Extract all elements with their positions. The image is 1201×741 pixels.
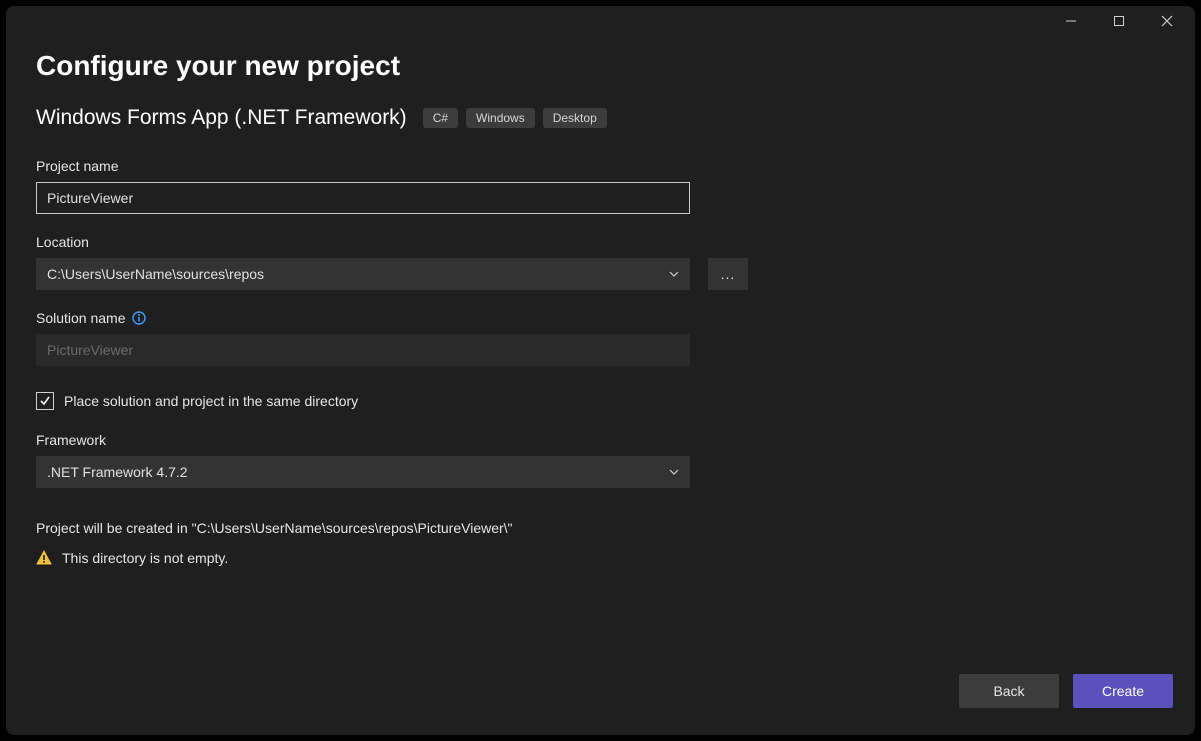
same-directory-label: Place solution and project in the same d… <box>64 393 358 409</box>
footer: Back Create <box>6 665 1195 735</box>
create-button[interactable]: Create <box>1073 674 1173 708</box>
location-value: C:\Users\UserName\sources\repos <box>47 266 264 282</box>
template-tag: Desktop <box>543 108 607 128</box>
solution-name-field: Solution name <box>36 310 690 366</box>
warning-row: This directory is not empty. <box>36 550 1165 566</box>
warning-icon <box>36 550 52 566</box>
same-directory-row: Place solution and project in the same d… <box>36 392 1165 410</box>
back-button[interactable]: Back <box>959 674 1059 708</box>
location-label: Location <box>36 234 748 250</box>
chevron-down-icon <box>669 464 679 480</box>
info-icon[interactable] <box>132 311 146 325</box>
minimize-button[interactable] <box>1051 6 1091 36</box>
check-icon <box>39 395 51 407</box>
solution-name-label: Solution name <box>36 310 690 326</box>
dialog-window: Configure your new project Windows Forms… <box>6 6 1195 735</box>
titlebar <box>6 6 1195 36</box>
maximize-icon <box>1113 15 1125 27</box>
project-name-field: Project name <box>36 158 690 214</box>
project-name-label: Project name <box>36 158 690 174</box>
location-field: Location C:\Users\UserName\sources\repos… <box>36 234 748 290</box>
summary-text: Project will be created in "C:\Users\Use… <box>36 520 1165 536</box>
template-name: Windows Forms App (.NET Framework) <box>36 106 407 130</box>
browse-button[interactable]: ... <box>708 258 748 290</box>
maximize-button[interactable] <box>1099 6 1139 36</box>
project-name-input[interactable] <box>36 182 690 214</box>
framework-field: Framework .NET Framework 4.7.2 <box>36 432 690 488</box>
close-icon <box>1161 15 1173 27</box>
location-combobox[interactable]: C:\Users\UserName\sources\repos <box>36 258 690 290</box>
same-directory-checkbox[interactable] <box>36 392 54 410</box>
close-button[interactable] <box>1147 6 1187 36</box>
chevron-down-icon <box>669 266 679 282</box>
framework-label: Framework <box>36 432 690 448</box>
template-tag: C# <box>423 108 458 128</box>
minimize-icon <box>1065 15 1077 27</box>
framework-combobox[interactable]: .NET Framework 4.7.2 <box>36 456 690 488</box>
framework-value: .NET Framework 4.7.2 <box>47 464 188 480</box>
template-tag: Windows <box>466 108 535 128</box>
warning-text: This directory is not empty. <box>62 550 228 566</box>
template-row: Windows Forms App (.NET Framework) C# Wi… <box>36 106 1165 130</box>
template-tags: C# Windows Desktop <box>423 108 607 128</box>
content-area: Configure your new project Windows Forms… <box>6 36 1195 665</box>
page-title: Configure your new project <box>36 50 1165 82</box>
solution-name-input <box>36 334 690 366</box>
